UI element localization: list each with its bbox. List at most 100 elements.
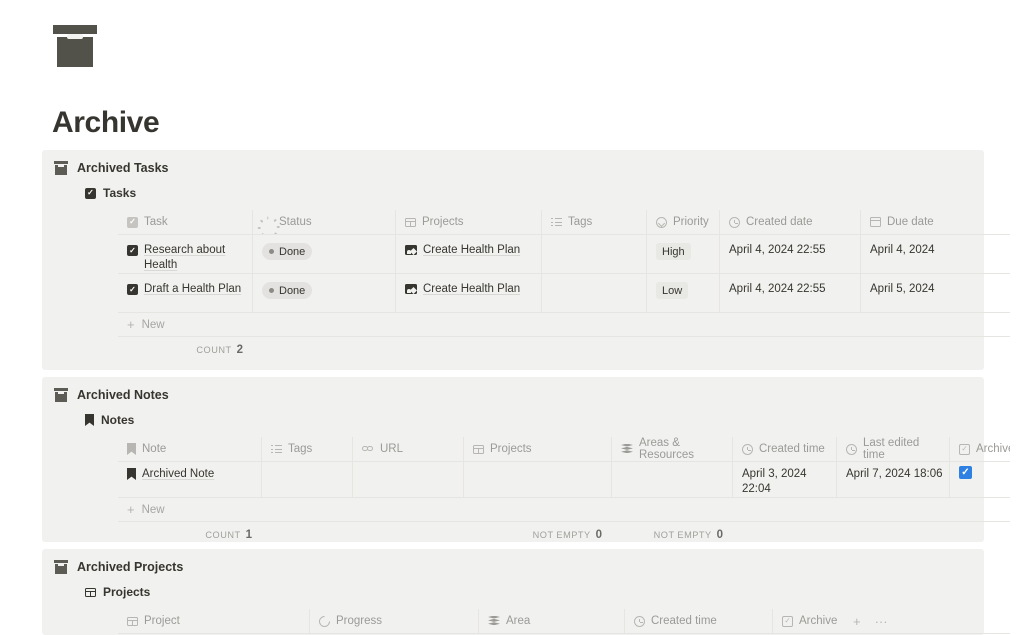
section-archived-tasks: Archived Tasks Tasks Task	[42, 150, 1010, 370]
column-header-projects[interactable]: Projects	[463, 437, 611, 462]
section-header-archived-notes[interactable]: Archived Notes	[42, 377, 984, 403]
cell-priority[interactable]: Low	[646, 274, 719, 313]
column-label: Archive	[799, 615, 838, 627]
column-label: Progress	[336, 615, 383, 627]
table-row[interactable]: Archived Note April 3, 2024 22:04 April …	[118, 462, 1010, 498]
more-options-button[interactable]: ···	[875, 614, 888, 629]
column-header-due-date[interactable]: Due date	[860, 210, 1010, 235]
column-label: Created date	[746, 216, 813, 228]
table-archived-projects: Project Progress Area Created time Archi…	[118, 609, 1010, 634]
column-label: Due date	[887, 216, 934, 228]
cell-tags[interactable]	[541, 235, 646, 274]
column-label: Tags	[288, 443, 313, 455]
table-body: Research about Health Done Create Health…	[118, 235, 1010, 313]
column-header-created-time[interactable]: Created time	[624, 609, 772, 634]
new-row-button[interactable]: + New	[118, 313, 1010, 337]
cell-due-date[interactable]: April 4, 2024	[860, 235, 1010, 274]
column-label: Tags	[568, 216, 593, 228]
column-header-tags[interactable]: Tags	[541, 210, 646, 235]
checkbox-icon[interactable]	[127, 245, 138, 256]
checkbox-outline-icon	[959, 443, 970, 455]
plus-icon: +	[127, 502, 135, 517]
footer-value: 0	[595, 529, 602, 541]
cell-archive[interactable]	[949, 462, 1010, 498]
table-header-row: Task Status	[118, 210, 1010, 235]
new-row-label: New	[141, 318, 165, 331]
column-header-projects[interactable]: Projects	[395, 210, 541, 235]
cell-created-time[interactable]: April 3, 2024 22:04	[732, 462, 836, 498]
column-header-priority[interactable]: Priority	[646, 210, 719, 235]
database-title-notes[interactable]: Notes	[42, 409, 984, 431]
column-label: Last edited time	[863, 437, 920, 461]
table-row[interactable]: Draft a Health Plan Done Create Health P…	[118, 274, 1010, 313]
footer-count-task[interactable]: COUNT 2	[118, 344, 252, 356]
footer-not-empty-areas[interactable]: NOT EMPTY 0	[611, 529, 732, 541]
column-header-status[interactable]: Status	[252, 210, 395, 235]
grid-icon	[85, 587, 96, 597]
section-header-archived-projects[interactable]: Archived Projects	[42, 549, 984, 575]
archive-box-lid	[53, 25, 97, 34]
column-header-task[interactable]: Task	[118, 210, 252, 235]
select-icon	[656, 216, 667, 228]
footer-label: NOT EMPTY	[653, 530, 712, 540]
cell-last-edited-time[interactable]: April 7, 2024 18:06	[836, 462, 949, 498]
cell-projects[interactable]: Create Health Plan	[395, 235, 541, 274]
column-header-note[interactable]: Note	[118, 437, 261, 462]
cell-areas-resources[interactable]	[611, 462, 732, 498]
project-name: Create Health Plan	[423, 283, 521, 295]
cell-task[interactable]: Research about Health	[118, 235, 252, 274]
table-archived-notes: Note Tags URL Projects Areas & Resources	[118, 437, 1010, 498]
note-name: Archived Note	[142, 468, 215, 480]
column-header-created-date[interactable]: Created date	[719, 210, 860, 235]
column-header-archive[interactable]: Archive	[949, 437, 1010, 462]
cell-priority[interactable]: High	[646, 235, 719, 274]
footer-not-empty-projects[interactable]: NOT EMPTY 0	[463, 529, 611, 541]
archive-box-icon[interactable]	[53, 25, 97, 67]
cell-task[interactable]: Draft a Health Plan	[118, 274, 252, 313]
column-header-archive[interactable]: Archive	[772, 609, 843, 634]
checkbox-icon[interactable]	[127, 284, 138, 295]
cell-due-date[interactable]: April 5, 2024	[860, 274, 1010, 313]
section-header-archived-tasks[interactable]: Archived Tasks	[42, 150, 984, 176]
list-icon	[271, 445, 282, 454]
footer-label: COUNT	[205, 530, 241, 540]
column-header-project[interactable]: Project	[118, 609, 309, 634]
column-header-tags[interactable]: Tags	[261, 437, 352, 462]
archive-checkbox-checked[interactable]	[959, 466, 972, 479]
column-header-created-time[interactable]: Created time	[732, 437, 836, 462]
status-label: Done	[279, 245, 306, 258]
new-row-label: New	[141, 503, 165, 516]
column-label: Created time	[651, 615, 717, 627]
cell-created-date[interactable]: April 4, 2024 22:55	[719, 235, 860, 274]
plus-icon: +	[127, 317, 135, 332]
cell-status[interactable]: Done	[252, 235, 395, 274]
database-title-projects[interactable]: Projects	[42, 581, 984, 603]
footer-count-note[interactable]: COUNT 1	[118, 529, 261, 541]
column-header-last-edited-time[interactable]: Last edited time	[836, 437, 949, 462]
column-header-areas-resources[interactable]: Areas & Resources	[611, 437, 732, 462]
column-header-area[interactable]: Area	[478, 609, 624, 634]
cell-url[interactable]	[352, 462, 463, 498]
cell-created-date[interactable]: April 4, 2024 22:55	[719, 274, 860, 313]
column-label: Archive	[976, 443, 1010, 455]
table-row[interactable]: Research about Health Done Create Health…	[118, 235, 1010, 274]
database-title-tasks[interactable]: Tasks	[42, 182, 984, 204]
progress-icon	[316, 613, 333, 629]
column-header-progress[interactable]: Progress	[309, 609, 478, 634]
cell-projects[interactable]: Create Health Plan	[395, 274, 541, 313]
layers-icon	[621, 443, 633, 455]
cell-tags[interactable]	[261, 462, 352, 498]
column-label: Priority	[673, 216, 709, 228]
cell-projects[interactable]	[463, 462, 611, 498]
page-title[interactable]: Archive	[52, 106, 160, 140]
cell-tags[interactable]	[541, 274, 646, 313]
new-row-button[interactable]: + New	[118, 498, 1010, 522]
grid-icon	[473, 444, 484, 454]
add-column-button[interactable]: +	[853, 614, 861, 629]
link-icon	[362, 444, 374, 454]
cell-status[interactable]: Done	[252, 274, 395, 313]
database-title-label: Tasks	[103, 186, 137, 200]
cell-note[interactable]: Archived Note	[118, 462, 261, 498]
database-title-label: Projects	[103, 585, 151, 599]
column-header-url[interactable]: URL	[352, 437, 463, 462]
